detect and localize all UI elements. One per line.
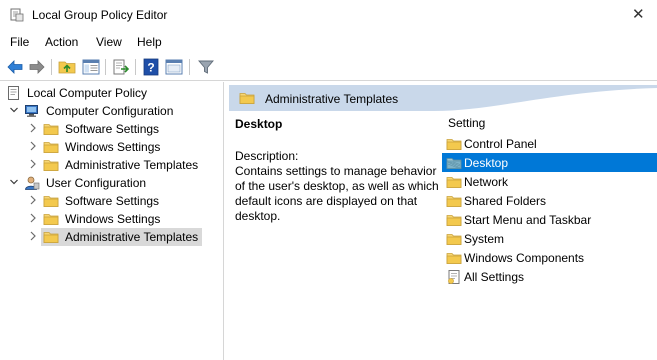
- details-pane: Administrative Templates Desktop Descrip…: [229, 82, 657, 360]
- list-item-start-menu-and-taskbar[interactable]: Start Menu and Taskbar: [442, 210, 657, 229]
- settings-list: Setting Control Panel Desktop Network Sh…: [442, 112, 657, 360]
- tree-item-label: Administrative Templates: [65, 158, 199, 172]
- filter-icon[interactable]: [196, 57, 216, 77]
- list-item-label: Shared Folders: [464, 194, 547, 208]
- toolbar-separator: [189, 59, 190, 75]
- show-hide-tree-icon[interactable]: [81, 57, 101, 77]
- tree-item-computer-administrative-templates[interactable]: Administrative Templates: [0, 156, 224, 174]
- settings-page-icon: [448, 270, 460, 284]
- list-item-label: Control Panel: [464, 137, 537, 151]
- chevron-right-icon[interactable]: [28, 194, 38, 206]
- chevron-right-icon[interactable]: [28, 122, 38, 134]
- list-item-label: Start Menu and Taskbar: [464, 213, 592, 227]
- chevron-right-icon[interactable]: [28, 140, 38, 152]
- folder-icon: [43, 139, 59, 155]
- section-title: Desktop: [235, 117, 283, 131]
- folder-icon: [43, 121, 59, 137]
- list-item-label: Windows Components: [464, 251, 585, 265]
- folder-icon: [446, 250, 462, 266]
- tree-item-computer-configuration[interactable]: Computer Configuration: [0, 102, 224, 120]
- back-arrow-icon[interactable]: [5, 57, 25, 77]
- folder-icon: [446, 174, 462, 190]
- menu-action[interactable]: Action: [45, 35, 78, 49]
- list-item-network[interactable]: Network: [442, 172, 657, 191]
- export-list-icon[interactable]: [111, 57, 131, 77]
- folder-icon: [446, 193, 462, 209]
- tree-item-label: Windows Settings: [65, 140, 161, 154]
- folder-icon: [446, 136, 462, 152]
- policy-editor-app-icon: [10, 8, 24, 22]
- forward-arrow-icon[interactable]: [27, 57, 47, 77]
- chevron-down-icon[interactable]: [9, 104, 19, 116]
- tree-item-computer-windows-settings[interactable]: Windows Settings: [0, 138, 224, 156]
- column-header-setting[interactable]: Setting: [448, 116, 485, 130]
- menu-bar: File Action View Help: [0, 31, 657, 53]
- folder-icon: [43, 157, 59, 173]
- tree-item-user-windows-settings[interactable]: Windows Settings: [0, 210, 224, 228]
- folder-icon: [43, 229, 59, 245]
- policy-document-icon: [8, 86, 19, 100]
- chevron-right-icon[interactable]: [28, 212, 38, 224]
- tree-item-label: Local Computer Policy: [27, 86, 148, 100]
- close-icon[interactable]: ✕: [632, 5, 645, 23]
- list-item-label: System: [464, 232, 505, 246]
- list-item-shared-folders[interactable]: Shared Folders: [442, 191, 657, 210]
- help-icon[interactable]: ?: [141, 57, 161, 77]
- tree-item-label: Administrative Templates: [65, 230, 199, 244]
- chevron-right-icon[interactable]: [28, 158, 38, 170]
- folder-icon: [239, 90, 255, 106]
- list-item-label: Desktop: [464, 156, 509, 170]
- toolbar-separator: [51, 59, 52, 75]
- tree-item-user-configuration[interactable]: User Configuration: [0, 174, 224, 192]
- computer-icon: [25, 105, 38, 117]
- window-title: Local Group Policy Editor: [32, 8, 168, 22]
- list-item-label: All Settings: [464, 270, 525, 284]
- tree-item-label: Windows Settings: [65, 212, 161, 226]
- description-text: Contains settings to manage behavior of …: [235, 164, 439, 223]
- svg-text:?: ?: [147, 61, 154, 75]
- menu-help[interactable]: Help: [137, 35, 162, 49]
- description-label: Description:: [235, 149, 299, 163]
- tree-item-label: Software Settings: [65, 194, 160, 208]
- tree-item-label: Computer Configuration: [46, 104, 174, 118]
- list-item-label: Network: [464, 175, 509, 189]
- tree-item-computer-software-settings[interactable]: Software Settings: [0, 120, 224, 138]
- folder-icon: [446, 212, 462, 228]
- tree-item-user-administrative-templates[interactable]: Administrative Templates: [0, 228, 224, 246]
- menu-view[interactable]: View: [96, 35, 122, 49]
- properties-icon[interactable]: [164, 57, 184, 77]
- user-icon: [25, 176, 40, 190]
- title-bar: Local Group Policy Editor ✕: [0, 0, 657, 30]
- list-item-all-settings[interactable]: All Settings: [442, 267, 657, 286]
- toolbar: ?: [0, 54, 657, 81]
- list-item-windows-components[interactable]: Windows Components: [442, 248, 657, 267]
- list-item-desktop[interactable]: Desktop: [442, 153, 657, 172]
- tree-item-user-software-settings[interactable]: Software Settings: [0, 192, 224, 210]
- tree-item-local-computer-policy[interactable]: Local Computer Policy: [0, 84, 224, 102]
- tree-item-label: Software Settings: [65, 122, 160, 136]
- chevron-down-icon[interactable]: [9, 176, 19, 188]
- details-header-title: Administrative Templates: [265, 92, 399, 106]
- list-item-control-panel[interactable]: Control Panel: [442, 134, 657, 153]
- folder-icon: [446, 155, 462, 171]
- chevron-right-icon[interactable]: [28, 230, 38, 242]
- folder-icon: [43, 193, 59, 209]
- menu-file[interactable]: File: [10, 35, 29, 49]
- folder-icon: [43, 211, 59, 227]
- toolbar-separator: [105, 59, 106, 75]
- toolbar-separator: [135, 59, 136, 75]
- folder-icon: [446, 231, 462, 247]
- header-decoration: [434, 88, 657, 111]
- tree-item-label: User Configuration: [46, 176, 147, 190]
- up-folder-icon[interactable]: [57, 57, 77, 77]
- console-tree: Local Computer Policy Computer Configura…: [0, 82, 224, 360]
- list-item-system[interactable]: System: [442, 229, 657, 248]
